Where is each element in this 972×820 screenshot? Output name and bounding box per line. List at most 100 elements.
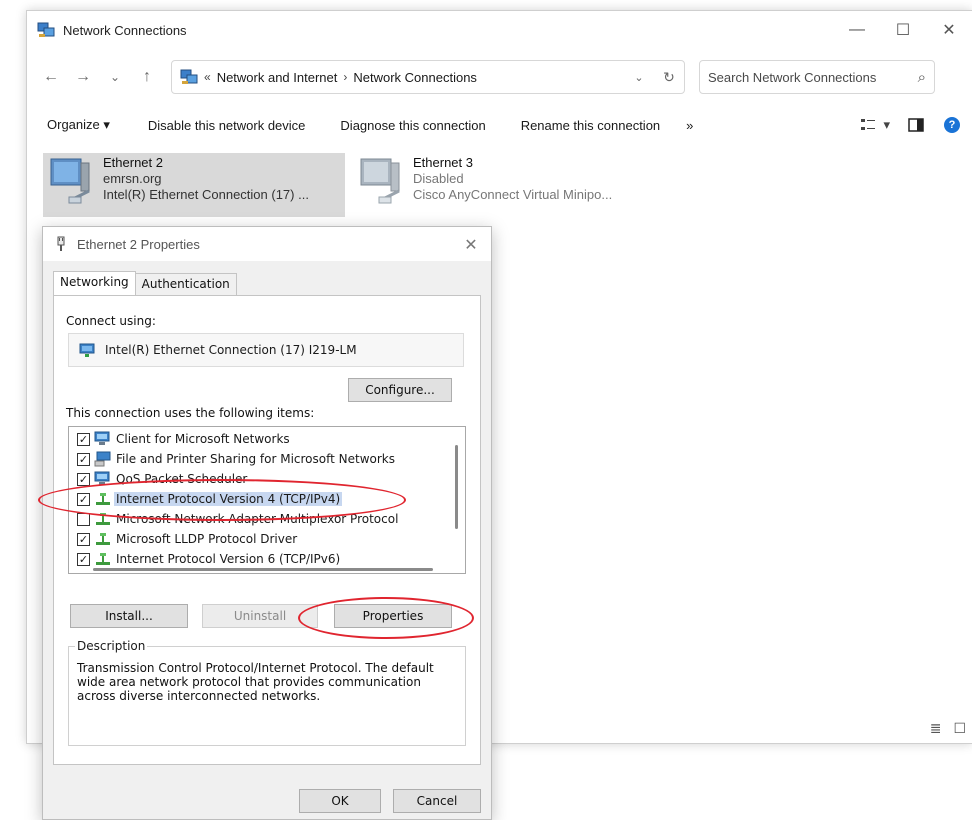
breadcrumb-network-and-internet[interactable]: Network and Internet (217, 70, 338, 85)
tiles-view-button[interactable]: ☐ (953, 720, 966, 737)
view-toggle: ≣ ☐ (918, 720, 966, 737)
item-checkbox[interactable] (77, 512, 90, 526)
protocol-icon (96, 513, 110, 525)
list-item[interactable]: ✓ File and Printer Sharing for Microsoft… (77, 449, 397, 469)
item-checkbox[interactable]: ✓ (77, 532, 90, 546)
rename-button[interactable]: Rename this connection (521, 118, 660, 133)
search-icon[interactable]: ⌕ (918, 69, 926, 86)
title-bar: Network Connections — ☐ ✕ (27, 11, 972, 49)
minimize-button[interactable]: — (834, 11, 880, 49)
disable-device-button[interactable]: Disable this network device (148, 118, 306, 133)
item-checkbox[interactable]: ✓ (77, 552, 90, 566)
breadcrumb-separator[interactable]: › (343, 70, 347, 84)
scrollbar-thumb[interactable] (455, 445, 458, 529)
item-checkbox[interactable]: ✓ (77, 452, 90, 466)
preview-pane-icon[interactable] (908, 118, 924, 132)
item-label: QoS Packet Scheduler (116, 472, 248, 486)
item-label: Microsoft LLDP Protocol Driver (116, 532, 298, 546)
networking-panel: Connect using: Intel(R) Ethernet Connect… (53, 295, 481, 765)
maximize-button[interactable]: ☐ (880, 11, 926, 49)
connection-ethernet-2[interactable]: Ethernet 2 emrsn.org Intel(R) Ethernet C… (43, 153, 345, 217)
list-item[interactable]: Microsoft Network Adapter Multiplexor Pr… (77, 509, 400, 529)
item-checkbox[interactable]: ✓ (77, 432, 90, 446)
adapter-name: Intel(R) Ethernet Connection (17) I219-L… (105, 343, 357, 357)
more-commands-button[interactable]: » (686, 118, 693, 133)
list-item[interactable]: ✓ Microsoft LLDP Protocol Driver (77, 529, 299, 549)
item-label: Client for Microsoft Networks (116, 432, 290, 446)
connection-device: Cisco AnyConnect Virtual Minipo... (413, 187, 613, 202)
item-label: Internet Protocol Version 4 (TCP/IPv4) (114, 492, 343, 506)
view-dropdown-button[interactable]: ▾ (883, 117, 890, 133)
connection-name: Ethernet 2 (103, 155, 163, 170)
dialog-title-bar: Ethernet 2 Properties ✕ (43, 227, 491, 261)
list-vertical-scrollbar[interactable] (451, 431, 463, 567)
item-label: Internet Protocol Version 6 (TCP/IPv6) (116, 552, 341, 566)
up-button[interactable]: ↑ (131, 61, 163, 93)
back-button[interactable]: ← (35, 61, 67, 93)
dialog-close-button[interactable]: ✕ (451, 235, 491, 254)
dialog-title: Ethernet 2 Properties (77, 236, 200, 252)
network-connections-icon (37, 22, 55, 37)
breadcrumb-network-connections[interactable]: Network Connections (353, 70, 477, 85)
organize-button[interactable]: Organize ▾ (47, 117, 110, 133)
protocol-icon (96, 553, 110, 565)
uninstall-button[interactable]: Uninstall (202, 604, 318, 628)
forward-button[interactable]: → (67, 61, 99, 93)
description-group: Description Transmission Control Protoco… (68, 639, 466, 746)
help-icon[interactable]: ? (944, 117, 960, 133)
list-item[interactable]: ✓ Client for Microsoft Networks (77, 429, 292, 449)
network-connections-icon (180, 69, 198, 84)
connection-network: emrsn.org (103, 171, 162, 186)
connection-ethernet-3[interactable]: Ethernet 3 Disabled Cisco AnyConnect Vir… (353, 153, 653, 217)
protocol-icon (96, 533, 110, 545)
recent-locations-button[interactable]: ⌄ (99, 61, 131, 93)
refresh-button[interactable]: ↻ (654, 69, 684, 86)
list-item[interactable]: ✓ QoS Packet Scheduler (77, 469, 249, 489)
connection-name: Ethernet 3 (413, 155, 473, 170)
connection-items-list[interactable]: ✓ Client for Microsoft Networks ✓ File a… (68, 426, 466, 574)
search-input[interactable]: Search Network Connections (708, 70, 918, 85)
description-legend: Description (75, 639, 148, 653)
search-box[interactable]: Search Network Connections ⌕ (699, 60, 935, 94)
adapter-field: Intel(R) Ethernet Connection (17) I219-L… (68, 333, 464, 367)
connection-ethernet-2-details: Ethernet 2 emrsn.org Intel(R) Ethernet C… (103, 153, 309, 217)
sharing-icon (94, 451, 111, 467)
item-label: Microsoft Network Adapter Multiplexor Pr… (116, 512, 399, 526)
connect-using-label: Connect using: (66, 314, 156, 328)
connection-ethernet-3-details: Ethernet 3 Disabled Cisco AnyConnect Vir… (413, 153, 612, 217)
close-button[interactable]: ✕ (926, 11, 972, 49)
protocol-icon (96, 493, 110, 505)
ethernet-plug-icon (57, 236, 65, 251)
ok-button[interactable]: OK (299, 789, 381, 813)
change-view-icon[interactable] (861, 119, 876, 131)
view-controls: ▾ ? (861, 117, 972, 133)
configure-button[interactable]: Configure... (348, 378, 452, 402)
connection-device: Intel(R) Ethernet Connection (17) ... (103, 187, 309, 202)
ethernet-properties-dialog: Ethernet 2 Properties ✕ Networking Authe… (42, 226, 492, 820)
list-item-selected[interactable]: ✓ Internet Protocol Version 4 (TCP/IPv4) (77, 489, 343, 509)
connection-status: Disabled (413, 171, 464, 186)
dialog-tabs: Networking Authentication (53, 271, 237, 295)
cancel-button[interactable]: Cancel (393, 789, 481, 813)
items-label: This connection uses the following items… (66, 406, 315, 420)
properties-button[interactable]: Properties (334, 604, 452, 628)
item-checkbox[interactable]: ✓ (77, 472, 90, 486)
list-item[interactable]: ✓ Internet Protocol Version 6 (TCP/IPv6) (77, 549, 342, 569)
diagnose-button[interactable]: Diagnose this connection (340, 118, 485, 133)
tab-authentication[interactable]: Authentication (134, 273, 237, 295)
client-icon (94, 431, 110, 445)
install-button[interactable]: Install... (70, 604, 188, 628)
window-controls: — ☐ ✕ (834, 11, 972, 49)
details-view-button[interactable]: ≣ (930, 720, 942, 737)
address-bar[interactable]: « Network and Internet › Network Connect… (171, 60, 685, 94)
breadcrumb-overflow[interactable]: « (204, 70, 211, 84)
tab-networking[interactable]: Networking (53, 271, 136, 295)
address-bar-actions: ⌄ ↻ (624, 69, 684, 86)
ethernet-adapter-icon (43, 153, 103, 217)
item-checkbox[interactable]: ✓ (77, 492, 90, 506)
connections-list: Ethernet 2 emrsn.org Intel(R) Ethernet C… (27, 145, 972, 235)
description-text: Transmission Control Protocol/Internet P… (77, 661, 434, 703)
address-dropdown-button[interactable]: ⌄ (624, 71, 654, 84)
list-horizontal-scrollbar[interactable] (93, 568, 433, 571)
qos-icon (94, 471, 110, 485)
